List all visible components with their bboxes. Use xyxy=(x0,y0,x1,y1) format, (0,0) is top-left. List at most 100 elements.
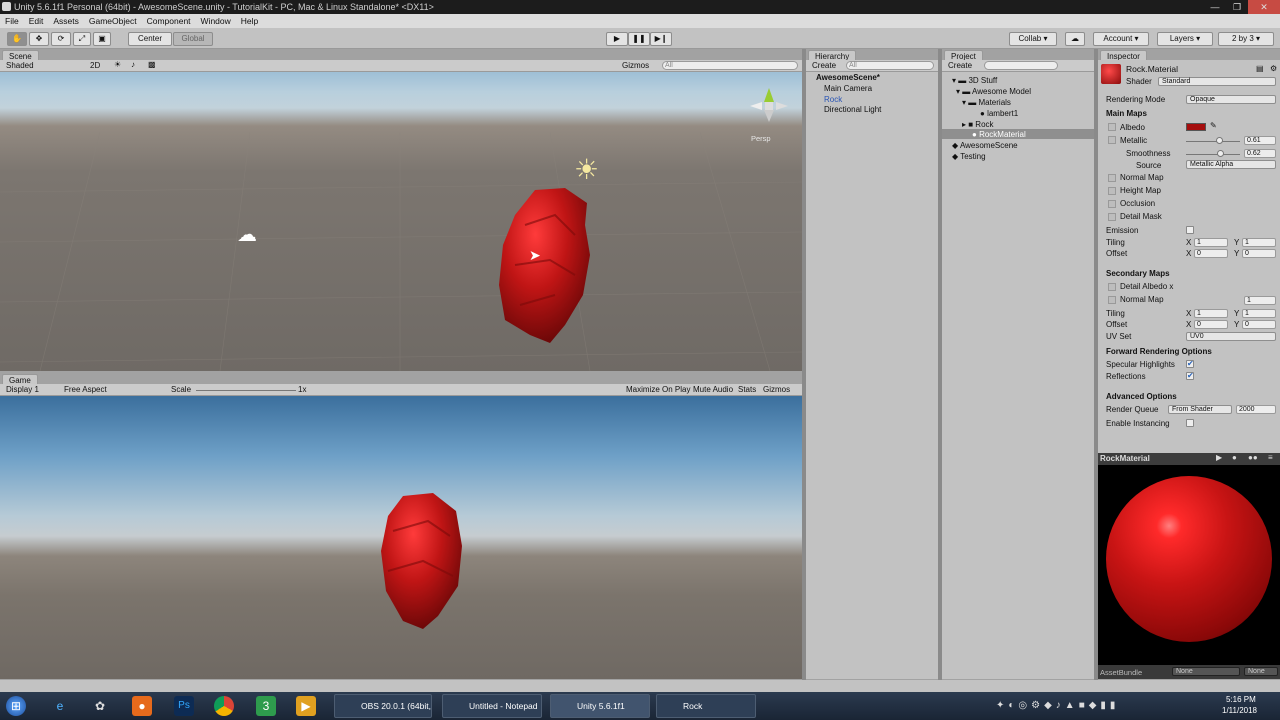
menu-edit[interactable]: Edit xyxy=(24,16,49,26)
normal-map-slot[interactable] xyxy=(1108,174,1116,182)
scale-slider[interactable] xyxy=(196,390,296,391)
render-queue-dropdown[interactable]: From Shader xyxy=(1168,405,1232,414)
menu-assets[interactable]: Assets xyxy=(48,16,84,26)
scene-search-input[interactable]: All xyxy=(662,61,798,70)
panel-divider[interactable] xyxy=(1094,49,1098,680)
metallic-slider[interactable] xyxy=(1186,141,1240,142)
scene-view[interactable]: ➤ ☀ ☁ Persp xyxy=(0,72,802,371)
ie-icon[interactable]: e xyxy=(50,696,70,716)
projection-label[interactable]: Persp xyxy=(751,134,771,143)
help-icon[interactable]: ▤ xyxy=(1256,64,1264,73)
detail-albedo-slot[interactable] xyxy=(1108,283,1116,291)
hierarchy-item-rock[interactable]: Rock xyxy=(824,95,842,104)
firefox-icon[interactable]: ● xyxy=(132,696,152,716)
2d-toggle[interactable]: 2D xyxy=(90,61,100,70)
collab-dropdown[interactable]: Collab ▾ xyxy=(1009,32,1057,46)
taskbar-obs[interactable]: OBS 20.0.1 (64bit, ... xyxy=(334,694,432,718)
assetbundle-name-dropdown[interactable]: None xyxy=(1172,667,1240,676)
panel-divider[interactable] xyxy=(938,49,942,680)
game-view[interactable] xyxy=(0,396,802,679)
smoothness-slider-knob[interactable] xyxy=(1217,150,1224,157)
offset-x-field[interactable]: 0 xyxy=(1194,249,1228,258)
smoothness-value-field[interactable]: 0.62 xyxy=(1244,149,1276,158)
app-3-icon[interactable]: 3 xyxy=(256,696,276,716)
asset-awesomescene[interactable]: ◆ AwesomeScene xyxy=(952,141,1018,150)
project-search-input[interactable] xyxy=(984,61,1058,70)
account-dropdown[interactable]: Account ▾ xyxy=(1093,32,1149,46)
chrome-icon[interactable] xyxy=(214,696,234,716)
settings-gear-icon[interactable]: ⚙ xyxy=(1270,64,1277,73)
start-button-icon[interactable]: ⊞ xyxy=(6,696,26,716)
metallic-texture-slot[interactable] xyxy=(1108,136,1116,144)
material-preview[interactable] xyxy=(1098,465,1280,665)
project-create-dropdown[interactable]: Create xyxy=(948,61,972,70)
rotate-tool-icon[interactable]: ⟳ xyxy=(51,32,71,46)
metallic-slider-knob[interactable] xyxy=(1216,137,1223,144)
detail-mask-slot[interactable] xyxy=(1108,213,1116,221)
reflections-checkbox[interactable] xyxy=(1186,371,1194,380)
photoshop-icon[interactable]: Ps xyxy=(174,696,194,716)
enable-instancing-checkbox[interactable] xyxy=(1186,419,1194,427)
source-dropdown[interactable]: Metallic Alpha xyxy=(1186,160,1276,169)
menu-component[interactable]: Component xyxy=(142,16,196,26)
hierarchy-search-input[interactable]: All xyxy=(846,61,934,70)
specular-highlights-checkbox[interactable] xyxy=(1186,359,1194,368)
shader-dropdown[interactable]: Standard xyxy=(1158,77,1276,86)
render-queue-field[interactable]: 2000 xyxy=(1236,405,1276,414)
albedo-color-swatch[interactable] xyxy=(1186,123,1206,131)
secondary-normal-map-slot[interactable] xyxy=(1108,296,1116,304)
hand-tool-icon[interactable]: ✋ xyxy=(7,32,27,46)
pause-button[interactable]: ❚❚ xyxy=(628,32,650,46)
offset-y-field[interactable]: 0 xyxy=(1242,249,1276,258)
smoothness-slider[interactable] xyxy=(1186,154,1240,155)
scene-gizmos-dropdown[interactable]: Gizmos xyxy=(622,61,649,70)
preview-play-icon[interactable]: ▶ xyxy=(1216,453,1222,462)
rect-tool-icon[interactable]: ▣ xyxy=(93,32,111,46)
tiling-y-field[interactable]: 1 xyxy=(1242,238,1276,247)
metallic-value-field[interactable]: 0.61 xyxy=(1244,136,1276,145)
menu-file[interactable]: File xyxy=(0,16,24,26)
albedo-texture-slot[interactable] xyxy=(1108,123,1116,131)
camera-icon[interactable]: ☁ xyxy=(237,222,257,247)
folder-awesome-model[interactable]: ▾ ▬ Awesome Model xyxy=(956,87,1031,96)
secondary-normal-scale-field[interactable]: 1 xyxy=(1244,296,1276,305)
occlusion-slot[interactable] xyxy=(1108,200,1116,208)
rock-model[interactable] xyxy=(495,185,595,345)
taskbar-unity[interactable]: Unity 5.6.1f1 Pers... xyxy=(550,694,650,718)
cloud-icon[interactable]: ☁ xyxy=(1065,32,1085,46)
uv-set-dropdown[interactable]: UV0 xyxy=(1186,332,1276,341)
directional-light-icon[interactable]: ☀ xyxy=(574,156,599,184)
emission-checkbox[interactable] xyxy=(1186,226,1194,234)
secondary-tiling-y-field[interactable]: 1 xyxy=(1242,309,1276,318)
taskbar-notepad[interactable]: Untitled - Notepad xyxy=(442,694,542,718)
minimize-button[interactable]: — xyxy=(1204,0,1226,14)
system-tray-icons[interactable]: ✦◐◎⚙◆♪▲■◆▮▮ xyxy=(996,700,1119,711)
display-dropdown[interactable]: Display 1 xyxy=(6,385,39,394)
height-map-slot[interactable] xyxy=(1108,187,1116,195)
game-gizmos-dropdown[interactable]: Gizmos xyxy=(763,385,790,394)
shading-mode-dropdown[interactable]: Shaded xyxy=(6,61,34,70)
stats-toggle[interactable]: Stats xyxy=(738,385,756,394)
rendering-mode-dropdown[interactable]: Opaque xyxy=(1186,95,1276,104)
assetbundle-variant-dropdown[interactable]: None xyxy=(1244,667,1278,676)
pivot-center-button[interactable]: Center xyxy=(128,32,172,46)
play-button[interactable]: ▶ xyxy=(606,32,628,46)
layers-dropdown[interactable]: Layers ▾ xyxy=(1157,32,1213,46)
secondary-tiling-x-field[interactable]: 1 xyxy=(1194,309,1228,318)
preview-shape-icon[interactable]: ● xyxy=(1232,453,1237,462)
secondary-offset-x-field[interactable]: 0 xyxy=(1194,320,1228,329)
asset-rock[interactable]: ▸ ■ Rock xyxy=(962,120,994,129)
menu-gameobject[interactable]: GameObject xyxy=(84,16,142,26)
folder-3d-stuff[interactable]: ▾ ▬ 3D Stuff xyxy=(952,76,997,85)
hierarchy-scene-item[interactable]: AwesomeScene* xyxy=(816,73,880,82)
maximize-on-play-toggle[interactable]: Maximize On Play xyxy=(626,385,690,394)
effects-toggle-icon[interactable]: ▩ xyxy=(148,60,156,69)
preview-light-icon[interactable]: ●● xyxy=(1248,453,1258,462)
media-player-icon[interactable]: ▶ xyxy=(296,696,316,716)
audio-toggle-icon[interactable]: ♪ xyxy=(131,60,135,69)
eyedropper-icon[interactable]: ✎ xyxy=(1210,121,1217,130)
network-app-icon[interactable]: ✿ xyxy=(90,696,110,716)
aspect-dropdown[interactable]: Free Aspect xyxy=(64,385,107,394)
hierarchy-create-dropdown[interactable]: Create xyxy=(812,61,836,70)
mute-audio-toggle[interactable]: Mute Audio xyxy=(693,385,733,394)
